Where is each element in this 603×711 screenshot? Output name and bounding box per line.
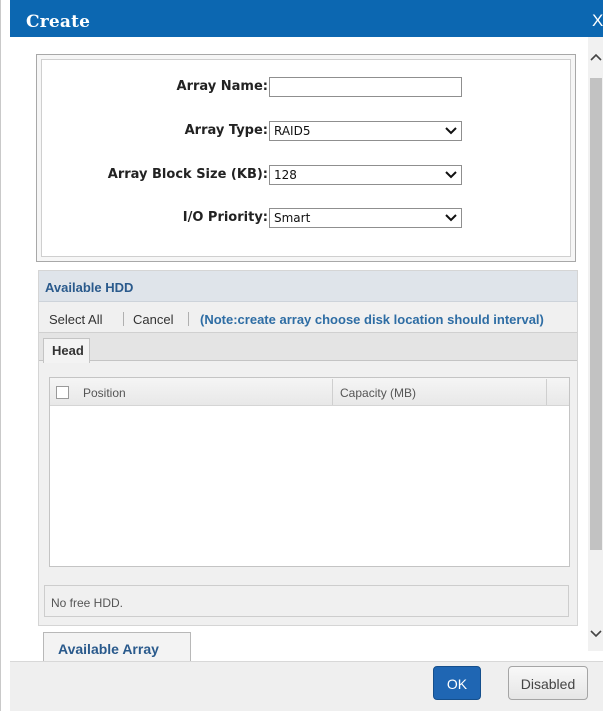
hdd-status-bar: No free HDD. [44, 585, 569, 617]
block-size-label: Array Block Size (KB): [107, 167, 268, 182]
tab-head[interactable]: Head [43, 338, 90, 363]
cancel-button[interactable]: Cancel [133, 312, 173, 327]
chevron-down-icon[interactable] [588, 625, 603, 641]
block-size-row: Array Block Size (KB): 128 [42, 165, 574, 185]
array-settings-form: Array Name: Array Type: RAID5 Array Bloc… [41, 59, 571, 257]
disabled-button[interactable]: Disabled [508, 666, 588, 700]
ok-button[interactable]: OK [433, 666, 481, 700]
hdd-grid-header: Position Capacity (MB) [50, 378, 569, 406]
toolbar-divider [188, 312, 189, 326]
create-array-dialog: Create X Array Name: Array Type: RAID5 A… [0, 0, 603, 711]
array-name-row: Array Name: [42, 77, 574, 97]
dialog-titlebar[interactable]: Create X [10, 0, 603, 37]
chevron-up-icon[interactable] [588, 50, 603, 66]
array-name-label: Array Name: [176, 79, 268, 94]
array-type-row: Array Type: RAID5 [42, 121, 574, 141]
io-priority-row: I/O Priority: Smart [42, 208, 574, 228]
available-hdd-title: Available HDD [45, 280, 134, 295]
block-size-select[interactable]: 128 [269, 165, 462, 185]
hdd-tabbar: Head [39, 332, 577, 363]
chevron-down-icon [445, 171, 457, 179]
tab-available-array[interactable]: Available Array [43, 632, 191, 661]
array-type-value: RAID5 [274, 124, 311, 138]
chevron-down-icon [445, 214, 457, 222]
array-type-select[interactable]: RAID5 [269, 121, 462, 141]
available-hdd-panel: Available HDD Select All Cancel (Note:cr… [38, 270, 578, 626]
column-position[interactable]: Position [83, 386, 126, 400]
close-icon[interactable]: X [592, 11, 603, 31]
dialog-title: Create [26, 12, 91, 32]
column-capacity[interactable]: Capacity (MB) [340, 386, 416, 400]
array-name-input[interactable] [269, 77, 462, 97]
no-hdd-message: No free HDD. [51, 596, 124, 610]
io-priority-value: Smart [274, 211, 311, 225]
tab-head-label: Head [52, 343, 84, 358]
disk-location-note: (Note:create array choose disk location … [200, 312, 544, 327]
io-priority-select[interactable]: Smart [269, 208, 462, 228]
hdd-toolbar: Select All Cancel (Note:create array cho… [39, 302, 577, 332]
select-all-button[interactable]: Select All [49, 312, 102, 327]
array-settings-panel: Array Name: Array Type: RAID5 Array Bloc… [36, 54, 576, 262]
block-size-value: 128 [274, 168, 297, 182]
toolbar-divider [123, 312, 124, 326]
hdd-grid: Position Capacity (MB) [49, 377, 570, 567]
available-hdd-header: Available HDD [39, 271, 577, 302]
disabled-button-label: Disabled [520, 676, 576, 692]
column-divider[interactable] [332, 379, 333, 405]
ok-button-label: OK [446, 676, 468, 692]
chevron-down-icon [445, 127, 457, 135]
tab-available-array-label: Available Array [58, 641, 159, 657]
column-divider[interactable] [546, 379, 547, 405]
scrollbar-thumb[interactable] [590, 78, 602, 550]
array-type-label: Array Type: [184, 123, 268, 138]
io-priority-label: I/O Priority: [182, 210, 268, 225]
select-all-checkbox[interactable] [56, 386, 69, 399]
